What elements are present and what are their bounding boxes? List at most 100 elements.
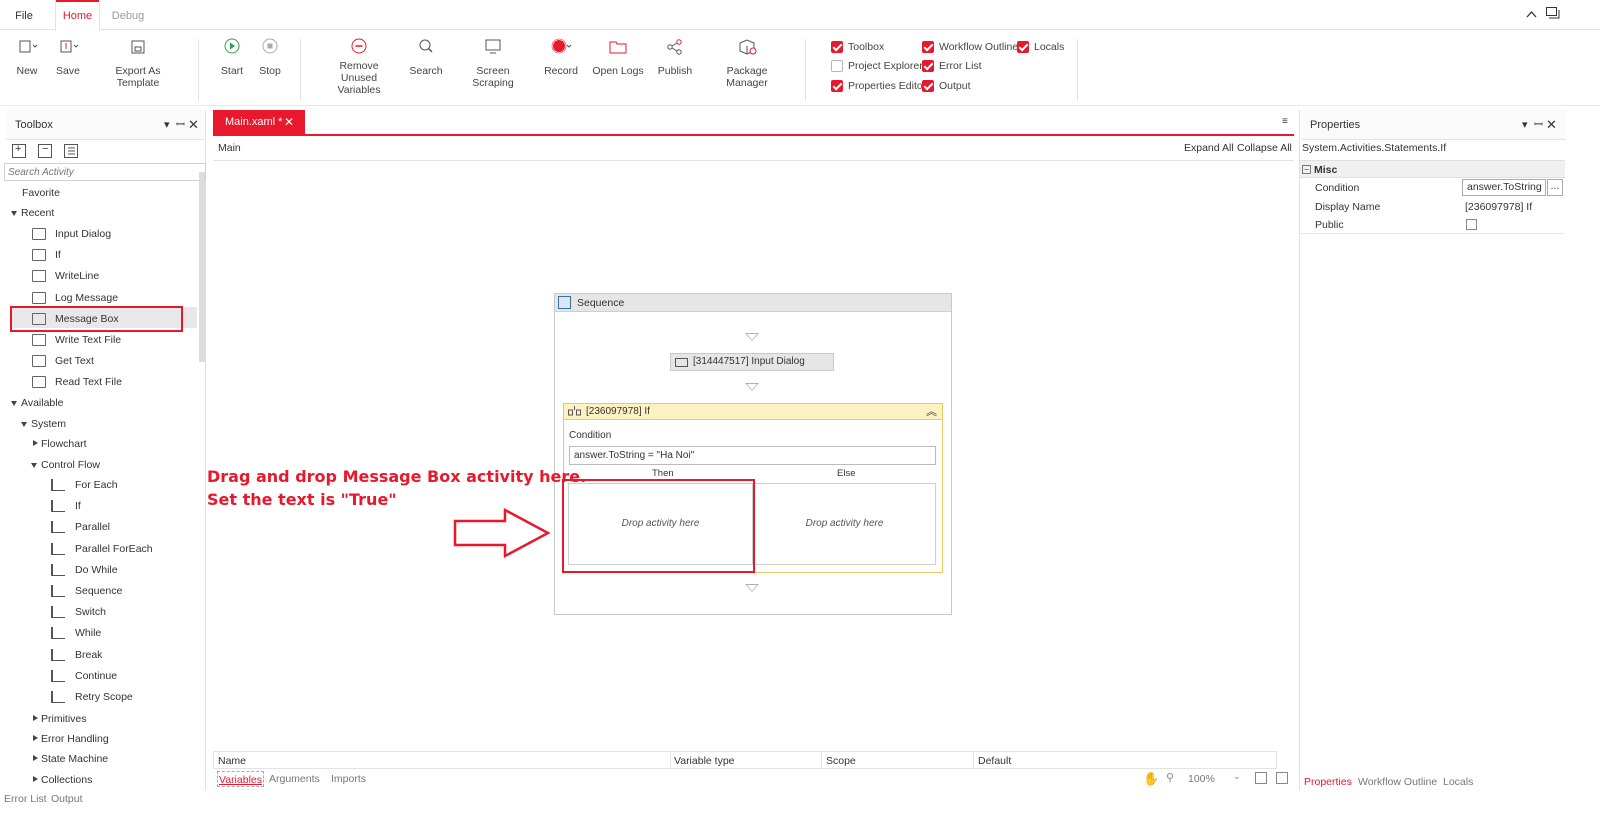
control-flow-item[interactable]: Switch [75, 603, 106, 621]
collapsed-arrow-icon[interactable] [33, 440, 38, 446]
expand-all-link[interactable]: Expand All [1184, 142, 1234, 154]
recent-item[interactable]: Read Text File [55, 373, 122, 391]
tab-arguments[interactable]: Arguments [269, 771, 320, 787]
condition-property-input[interactable]: answer.ToString = [1462, 179, 1546, 196]
control-flow-item[interactable]: Retry Scope [75, 688, 133, 706]
menu-file[interactable]: File [8, 0, 40, 30]
tab-home[interactable]: Home [55, 0, 100, 31]
tree-available[interactable]: Available [21, 394, 63, 412]
public-checkbox[interactable] [1466, 219, 1477, 230]
error-list-checkbox[interactable]: Error List [922, 59, 982, 73]
tree-primitives[interactable]: Primitives [41, 710, 87, 728]
control-flow-item[interactable]: For Each [75, 476, 118, 494]
recent-item[interactable]: Get Text [55, 352, 94, 370]
zoom-dropdown-icon[interactable]: ⌄ [1233, 771, 1241, 782]
control-flow-item[interactable]: Parallel [75, 518, 110, 536]
properties-editor-checkbox[interactable]: Properties Editor [831, 79, 926, 93]
zoom-icon[interactable]: ⚲ [1166, 771, 1174, 784]
tab-workflow-outline[interactable]: Workflow Outline [1358, 774, 1437, 790]
export-as-template-button[interactable]: Export As Template [93, 37, 183, 89]
search-button[interactable]: Search [408, 37, 444, 77]
stop-button[interactable]: Stop [256, 37, 284, 77]
collapse-category-icon[interactable]: − [1302, 165, 1311, 174]
collapsed-arrow-icon[interactable] [33, 715, 38, 721]
pin-icon[interactable]: ꟷ [176, 110, 185, 140]
zoom-level[interactable]: 100% [1188, 771, 1215, 787]
recent-item[interactable]: Log Message [55, 289, 118, 307]
tab-main-xaml[interactable]: Main.xaml * ✕ [213, 110, 305, 135]
collapsed-arrow-icon[interactable] [33, 755, 38, 761]
collapse-ribbon-icon[interactable] [1526, 9, 1537, 19]
display-name-input[interactable]: [236097978] If [1465, 198, 1532, 216]
tree-control-flow[interactable]: Control Flow [41, 456, 100, 474]
recent-item[interactable]: If [55, 246, 61, 264]
close-tab-icon[interactable]: ✕ [284, 110, 294, 135]
expanded-arrow-icon[interactable] [11, 401, 17, 406]
fit-screen-icon[interactable] [1255, 772, 1267, 784]
control-flow-item[interactable]: Sequence [75, 582, 122, 600]
overview-icon[interactable] [1276, 772, 1288, 784]
publish-button[interactable]: Publish [655, 37, 695, 77]
collapsed-arrow-icon[interactable] [33, 776, 38, 782]
control-flow-item[interactable]: If [75, 497, 81, 515]
if-activity[interactable]: [236097978] If ︽ Condition answer.ToStri… [562, 403, 943, 573]
dropdown-icon[interactable]: ▾ [164, 110, 170, 140]
tab-variables[interactable]: Variables [217, 771, 264, 787]
collapsed-arrow-icon[interactable] [33, 735, 38, 741]
tree-favorite[interactable]: Favorite [22, 184, 60, 202]
sequence-activity[interactable]: Sequence [314447517] Input Dialog [23609… [554, 293, 952, 615]
project-explorer-checkbox[interactable]: Project Explorer [831, 59, 923, 73]
search-activity-input[interactable] [4, 163, 206, 181]
expanded-arrow-icon[interactable] [21, 422, 27, 427]
tree-state-machine[interactable]: State Machine [41, 750, 108, 768]
expanded-arrow-icon[interactable] [11, 211, 17, 216]
screen-scraping-button[interactable]: Screen Scraping [455, 37, 531, 89]
recent-item[interactable]: WriteLine [55, 267, 99, 285]
drop-arrow-icon[interactable] [745, 584, 759, 592]
recent-item[interactable]: Write Text File [55, 331, 121, 349]
start-button[interactable]: Start [218, 37, 246, 77]
control-flow-item[interactable]: Do While [75, 561, 118, 579]
list-view-icon[interactable] [64, 144, 78, 158]
expression-editor-button[interactable]: ... [1547, 179, 1563, 196]
tree-error-handling[interactable]: Error Handling [41, 730, 109, 748]
notifications-icon[interactable] [1546, 7, 1560, 20]
condition-input[interactable]: answer.ToString = "Ha Noi" [569, 446, 936, 465]
control-flow-item[interactable]: Break [75, 646, 102, 664]
remove-unused-variables-button[interactable]: Remove Unused Variables [320, 37, 398, 96]
else-drop-zone[interactable]: Drop activity here [753, 483, 936, 565]
collapse-tree-icon[interactable]: − [38, 143, 52, 158]
save-button[interactable]: Save [52, 37, 84, 77]
package-manager-button[interactable]: Package Manager [706, 37, 788, 89]
expand-tree-icon[interactable]: + [12, 143, 26, 158]
close-icon[interactable]: ✕ [188, 110, 199, 140]
tab-imports[interactable]: Imports [331, 771, 366, 787]
tab-properties[interactable]: Properties [1304, 774, 1352, 790]
pin-icon[interactable]: ꟷ [1534, 110, 1543, 140]
tab-list-icon[interactable]: ≡ [1282, 116, 1288, 127]
tab-error-list[interactable]: Error List [4, 791, 47, 807]
locals-checkbox[interactable]: Locals [1017, 40, 1064, 54]
dropdown-icon[interactable]: ▾ [1522, 110, 1528, 140]
tree-flowchart[interactable]: Flowchart [41, 435, 87, 453]
tree-collections[interactable]: Collections [41, 771, 92, 789]
toolbox-scrollbar[interactable] [199, 172, 205, 362]
expanded-arrow-icon[interactable] [31, 463, 37, 468]
record-button[interactable]: Record [542, 37, 580, 77]
misc-category[interactable]: − Misc [1300, 160, 1565, 178]
control-flow-item[interactable]: While [75, 624, 101, 642]
hand-pan-icon[interactable]: ✋ [1143, 771, 1159, 787]
tab-output[interactable]: Output [51, 791, 83, 807]
input-dialog-activity[interactable]: [314447517] Input Dialog [670, 353, 834, 371]
tab-locals[interactable]: Locals [1443, 774, 1473, 790]
drop-arrow-icon[interactable] [745, 383, 759, 391]
drop-arrow-icon[interactable] [745, 333, 759, 341]
open-logs-button[interactable]: Open Logs [592, 37, 644, 77]
close-icon[interactable]: ✕ [1546, 110, 1557, 140]
toolbox-checkbox[interactable]: Toolbox [831, 40, 884, 54]
tab-debug[interactable]: Debug [104, 0, 152, 30]
collapse-chevron-icon[interactable]: ︽ [926, 404, 937, 420]
collapse-all-link[interactable]: Collapse All [1237, 142, 1292, 154]
tree-recent[interactable]: Recent [21, 204, 54, 222]
breadcrumb[interactable]: Main [218, 142, 241, 154]
